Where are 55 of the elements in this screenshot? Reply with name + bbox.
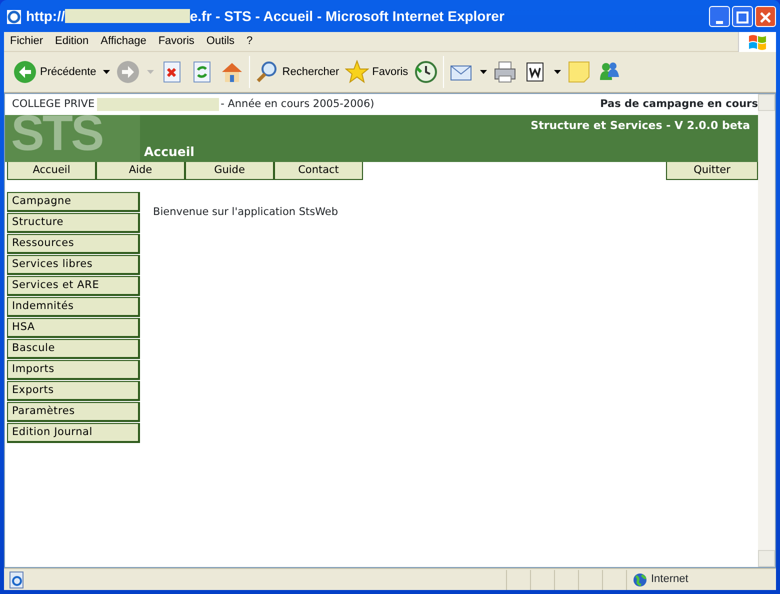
campaign-status: Pas de campagne en cours — [600, 96, 758, 112]
sidebar-item[interactable]: Campagne — [7, 192, 140, 212]
nav-tab[interactable]: Guide — [185, 162, 274, 180]
menu-item[interactable]: ? — [240, 33, 259, 50]
welcome-text: Bienvenue sur l'application StsWeb — [153, 206, 338, 218]
window-title-start: http:// — [26, 6, 65, 26]
history-clock-icon — [414, 60, 438, 84]
sidebar-item[interactable]: Imports — [7, 360, 140, 380]
windows-flag-icon — [746, 32, 768, 50]
sidebar-item[interactable]: Bascule — [7, 339, 140, 359]
globe-icon — [633, 572, 647, 586]
caret-icon — [147, 70, 154, 74]
minimize-button[interactable] — [709, 6, 730, 26]
menu-item[interactable]: Fichier — [4, 33, 50, 50]
sidebar-item[interactable]: Indemnités — [7, 297, 140, 317]
caret-icon — [103, 70, 110, 74]
sticky-note-icon — [567, 60, 592, 84]
sidebar-item[interactable]: HSA — [7, 318, 140, 338]
back-button[interactable]: Précédente — [10, 55, 114, 89]
menu-item[interactable]: Outils — [200, 33, 241, 50]
menu-item[interactable]: Affichage — [94, 33, 152, 50]
star-icon — [345, 60, 370, 84]
app-title: Structure et Services - V 2.0.0 beta — [530, 118, 751, 134]
search-button[interactable]: Rechercher — [252, 55, 342, 89]
section-title: Accueil — [144, 143, 194, 162]
browser-icon — [6, 8, 22, 25]
sidebar-item[interactable]: Structure — [7, 213, 140, 233]
search-icon — [255, 60, 280, 84]
minimize-icon — [716, 20, 723, 24]
caret-icon — [554, 70, 562, 74]
school-year: - Année en cours 2005-2006) — [220, 96, 374, 112]
menu-item[interactable]: Favoris — [152, 33, 200, 50]
sidebar-item[interactable]: Services et ARE — [7, 276, 140, 296]
nav-tab[interactable]: Accueil — [7, 162, 96, 180]
window-title: e.fr - STS - Accueil - Microsoft Internet Explorer — [190, 6, 504, 26]
page-icon — [8, 570, 26, 588]
menu-item[interactable]: Edition — [49, 33, 95, 50]
quit-button[interactable]: Quitter — [666, 162, 758, 180]
sidebar-item[interactable]: Ressources — [7, 234, 140, 254]
sidebar-item[interactable]: Paramètres — [7, 402, 140, 422]
nav-tab[interactable]: Aide — [96, 162, 185, 180]
school-label: COLLEGE PRIVE — [12, 96, 95, 112]
caret-icon — [480, 70, 488, 74]
nav-tab[interactable]: Contact — [274, 162, 363, 180]
scrollbar[interactable] — [758, 94, 775, 567]
logo: STS — [5, 115, 140, 162]
sidebar-item[interactable]: Edition Journal — [7, 423, 140, 443]
favorites-button[interactable]: Favoris — [342, 55, 412, 89]
sidebar-item[interactable]: Services libres — [7, 255, 140, 275]
sidebar-item[interactable]: Exports — [7, 381, 140, 401]
home-icon — [220, 60, 244, 84]
close-button[interactable] — [755, 6, 776, 26]
security-zone: Internet — [651, 572, 688, 588]
maximize-button[interactable] — [732, 6, 753, 26]
printer-icon — [493, 60, 518, 84]
